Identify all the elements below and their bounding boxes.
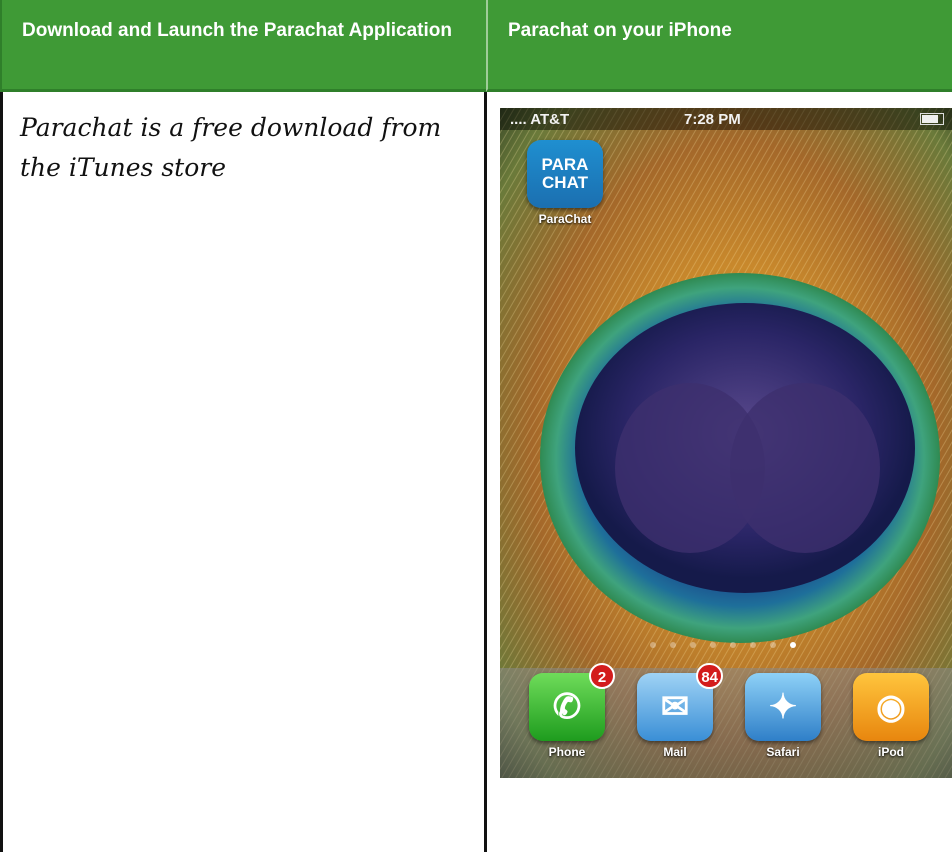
header-left-title: Download and Launch the Parachat Applica…: [22, 20, 453, 41]
header-cell-right: Parachat on your iPhone: [486, 0, 952, 92]
page-dot: [750, 642, 756, 648]
page-dot: [650, 642, 656, 648]
dock-app-mail[interactable]: ✉ 84 Mail: [630, 663, 723, 759]
table-border-left: [0, 92, 3, 852]
carrier-label: .... AT&T: [510, 111, 570, 128]
mail-badge: 84: [696, 663, 723, 689]
safari-icon[interactable]: ✦: [745, 673, 821, 741]
parachat-icon-text: PARA CHAT: [541, 155, 589, 192]
download-instructions: Parachat is a free download from the iTu…: [20, 113, 442, 182]
header-cell-left: Download and Launch the Parachat Applica…: [0, 0, 486, 92]
parachat-app[interactable]: PARA CHAT ParaChat: [520, 140, 610, 226]
ipod-icon[interactable]: ◉: [853, 673, 929, 741]
instruction-table: Download and Launch the Parachat Applica…: [0, 0, 952, 852]
safari-label: Safari: [766, 745, 800, 759]
mail-label: Mail: [663, 745, 687, 759]
page-dot: [690, 642, 696, 648]
dock-app-phone[interactable]: ✆ 2 Phone: [522, 663, 615, 759]
parachat-app-label: ParaChat: [538, 212, 592, 226]
table-column-divider: [484, 92, 487, 852]
dock-app-safari[interactable]: ✦ Safari: [738, 673, 828, 759]
status-bar: .... AT&T 7:28 PM: [500, 108, 952, 130]
battery-icon: [920, 113, 944, 125]
phone-label: Phone: [548, 745, 586, 759]
page-dot: [730, 642, 736, 648]
parachat-app-icon[interactable]: PARA CHAT: [527, 140, 603, 208]
header-right-title: Parachat on your iPhone: [508, 20, 732, 41]
mail-icon[interactable]: ✉ 84: [637, 663, 723, 741]
page-dot: [710, 642, 716, 648]
iphone-screenshot: .... AT&T 7:28 PM PARA CHAT ParaChat ✆ 2: [500, 108, 952, 778]
page-indicator: [650, 642, 796, 648]
phone-badge: 2: [589, 663, 615, 689]
page-dot-active: [790, 642, 796, 648]
page-dot: [670, 642, 676, 648]
ipod-label: iPod: [878, 745, 904, 759]
dock-app-ipod[interactable]: ◉ iPod: [846, 673, 936, 759]
clock-label: 7:28 PM: [684, 111, 741, 128]
phone-icon[interactable]: ✆ 2: [529, 663, 615, 741]
page-dot: [770, 642, 776, 648]
